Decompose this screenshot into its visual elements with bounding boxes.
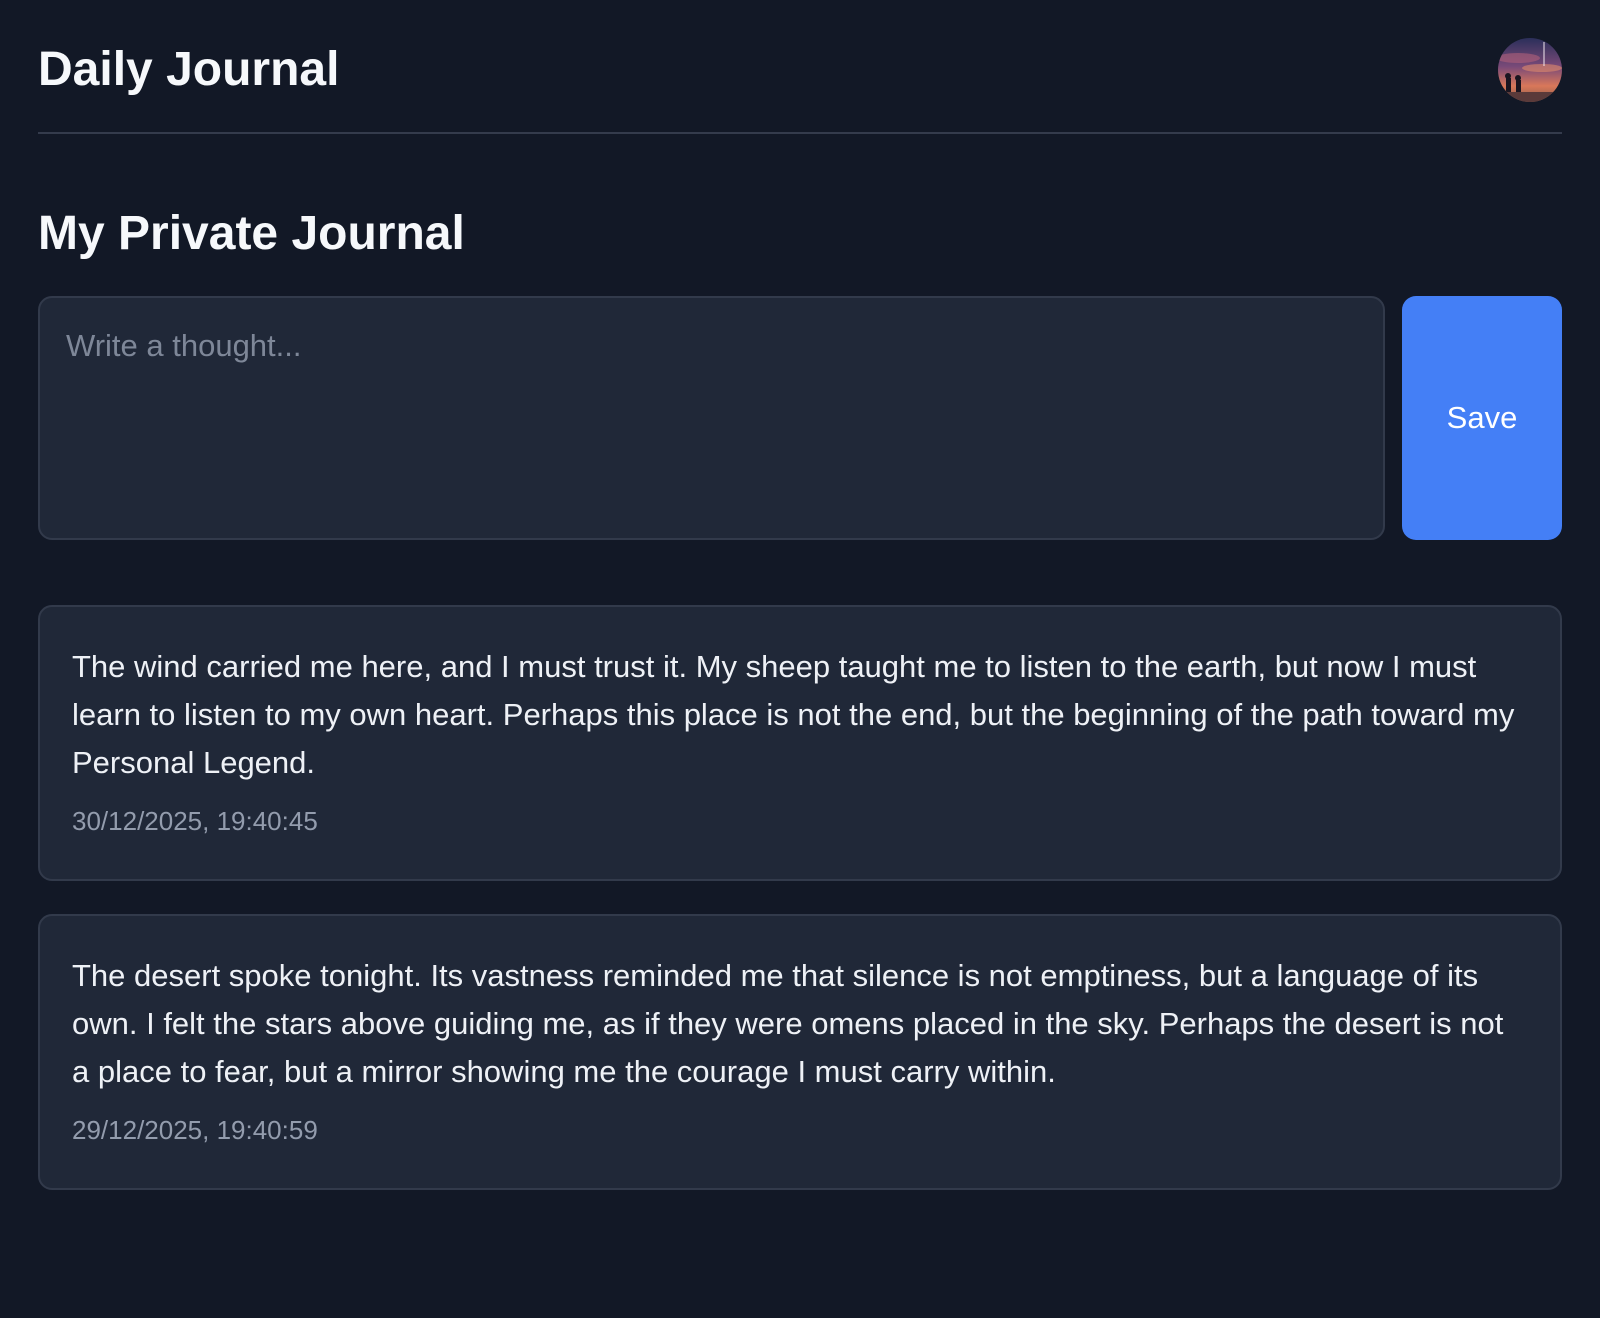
entry-timestamp: 30/12/2025, 19:40:45 — [72, 806, 318, 836]
journal-entry: The wind carried me here, and I must tru… — [38, 605, 1562, 881]
entry-text: The wind carried me here, and I must tru… — [72, 649, 1515, 780]
journal-entry: The desert spoke tonight. Its vastness r… — [38, 914, 1562, 1190]
section-title: My Private Journal — [38, 207, 465, 260]
save-button[interactable]: Save — [1402, 296, 1562, 540]
app-title: Daily Journal — [38, 43, 340, 96]
app-header: Daily Journal — [38, 0, 1562, 134]
user-avatar[interactable] — [1498, 38, 1562, 102]
journal-entries: The wind carried me here, and I must tru… — [38, 605, 1562, 1190]
avatar-image-icon — [1498, 38, 1562, 102]
entry-timestamp: 29/12/2025, 19:40:59 — [72, 1115, 318, 1145]
thought-input[interactable] — [38, 296, 1385, 540]
journal-page: Daily Journal My Private Journal Write a… — [0, 0, 1600, 1318]
journal-composer: Save — [38, 296, 1562, 540]
entry-text: The desert spoke tonight. Its vastness r… — [72, 958, 1504, 1089]
